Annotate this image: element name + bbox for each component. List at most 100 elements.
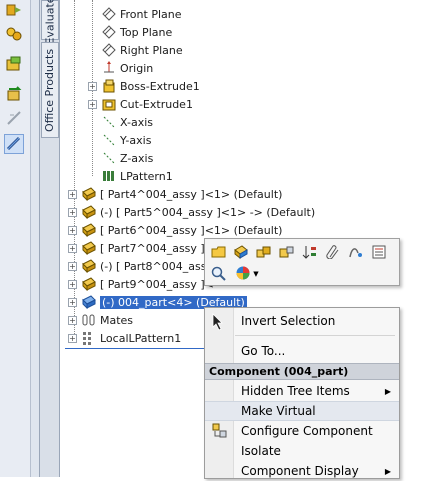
tree-item-part4[interactable]: [ Part4^004_assy ]<1> (Default) [81, 185, 282, 203]
tree-item-label: Boss-Extrude1 [120, 79, 200, 93]
tree-item-label: (-) [ Part8^004_assy [100, 259, 213, 273]
expand-toggle[interactable]: + [68, 226, 77, 235]
tab-office-products[interactable]: Office Products [41, 42, 59, 138]
command-manager-tabs: Evaluate Office Products [39, 0, 60, 477]
evaluate-tool-icon[interactable] [4, 134, 24, 154]
menu-item-go-to[interactable]: Go To... [205, 341, 399, 361]
paperclip-icon[interactable] [324, 243, 342, 261]
tree-item-top-plane[interactable]: Top Plane [101, 23, 172, 41]
zoom-to-selection-icon[interactable] [210, 265, 228, 283]
menu-item-make-virtual[interactable]: Make Virtual [205, 401, 399, 421]
exploded-view-icon[interactable] [4, 24, 24, 44]
menu-item-label: Isolate [241, 444, 281, 458]
tree-item-boss-extrude1[interactable]: Boss-Extrude1 [101, 77, 200, 95]
context-toolbar: ▼ [204, 238, 400, 286]
expand-toggle[interactable]: + [68, 280, 77, 289]
tree-item-locallpattern1[interactable]: LocalLPattern1 [81, 329, 181, 347]
expand-toggle[interactable]: + [68, 262, 77, 271]
context-menu: Invert Selection Go To... Component (004… [204, 307, 400, 479]
expand-toggle[interactable]: + [68, 208, 77, 217]
menu-separator [235, 335, 395, 336]
expand-toggle[interactable]: + [88, 82, 97, 91]
part-icon [81, 222, 97, 238]
rebuild-icon[interactable] [347, 243, 365, 261]
tree-item-label: [ Part9^004_assy ]< [100, 277, 214, 291]
tree-item-origin[interactable]: Origin [101, 59, 153, 77]
tab-office-products-label: Office Products [43, 48, 57, 132]
expand-toggle[interactable]: + [68, 190, 77, 199]
open-part-icon[interactable] [210, 243, 228, 261]
part-icon [81, 186, 97, 202]
sketch-icon[interactable] [4, 108, 24, 128]
menu-item-hidden-tree-items[interactable]: Hidden Tree Items ▶ [205, 381, 399, 401]
menu-item-isolate[interactable]: Isolate [205, 441, 399, 461]
expand-toggle[interactable]: + [88, 100, 97, 109]
tree-item-part8[interactable]: (-) [ Part8^004_assy [81, 257, 213, 275]
axis-icon [101, 132, 117, 148]
menu-item-label: Invert Selection [241, 314, 336, 328]
tree-item-label: Front Plane [120, 7, 182, 21]
component-properties-icon[interactable] [278, 243, 296, 261]
assembly-icon[interactable] [255, 243, 273, 261]
part-icon [81, 240, 97, 256]
reorder-icon[interactable] [301, 243, 319, 261]
plane-icon [101, 42, 117, 58]
edit-component-icon[interactable] [232, 243, 250, 261]
tree-item-part7[interactable]: [ Part7^004_assy ]< [81, 239, 214, 257]
tab-evaluate-label: Evaluate [43, 0, 57, 45]
tree-item-front-plane[interactable]: Front Plane [101, 5, 182, 23]
tree-item-lpattern1[interactable]: LPattern1 [101, 167, 173, 185]
properties-icon[interactable] [370, 243, 388, 261]
tree-item-part9[interactable]: [ Part9^004_assy ]< [81, 275, 214, 293]
plane-icon [101, 6, 117, 22]
tree-item-label: Cut-Extrude1 [120, 97, 193, 111]
origin-icon [101, 60, 117, 76]
tree-item-label: LocalLPattern1 [100, 331, 182, 345]
chevron-down-icon: ▼ [253, 270, 259, 278]
menu-item-configure-component[interactable]: Configure Component [205, 421, 399, 441]
tree-item-label: [ Part6^004_assy ]<1> (Default) [100, 223, 283, 237]
tree-item-label: Mates [100, 313, 134, 327]
assembly-features-icon[interactable] [4, 54, 24, 74]
part-icon [81, 258, 97, 274]
tree-item-label: Y-axis [120, 133, 152, 147]
smart-components-icon[interactable] [4, 0, 24, 20]
menu-item-invert-selection[interactable]: Invert Selection [205, 311, 399, 331]
tab-evaluate[interactable]: Evaluate [41, 0, 59, 44]
tree-item-label: Origin [120, 61, 154, 75]
tree-item-label: Top Plane [120, 25, 173, 39]
cut-extrude-icon [101, 96, 117, 112]
axis-icon [101, 114, 117, 130]
tree-item-x-axis[interactable]: X-axis [101, 113, 153, 131]
tree-item-cut-extrude1[interactable]: Cut-Extrude1 [101, 95, 193, 113]
tree-item-label: X-axis [120, 115, 153, 129]
menu-item-label: Go To... [241, 344, 286, 358]
menu-section-title: Component (004_part) [209, 365, 349, 378]
menu-item-label: Make Virtual [241, 404, 316, 418]
tree-item-label: [ Part7^004_assy ]< [100, 241, 214, 255]
tree-item-right-plane[interactable]: Right Plane [101, 41, 183, 59]
appearance-dropdown[interactable]: ▼ [232, 265, 262, 283]
boss-extrude-icon [101, 78, 117, 94]
tree-item-label: (-) [ Part5^004_assy ]<1> -> (Default) [100, 205, 316, 219]
tree-item-part5[interactable]: (-) [ Part5^004_assy ]<1> -> (Default) [81, 203, 315, 221]
menu-item-label: Configure Component [241, 424, 373, 438]
local-pattern-icon [81, 330, 97, 346]
tree-item-part6[interactable]: [ Part6^004_assy ]<1> (Default) [81, 221, 282, 239]
mates-icon [81, 312, 97, 328]
rollback-bar[interactable] [65, 348, 205, 349]
tree-item-y-axis[interactable]: Y-axis [101, 131, 151, 149]
expand-toggle[interactable]: + [68, 298, 77, 307]
tree-item-label: Z-axis [120, 151, 154, 165]
move-component-icon[interactable] [4, 84, 24, 104]
submenu-arrow-icon: ▶ [384, 466, 391, 476]
expand-toggle[interactable]: + [68, 334, 77, 343]
tree-item-z-axis[interactable]: Z-axis [101, 149, 153, 167]
part-icon-selected [81, 294, 97, 310]
menu-item-label: Hidden Tree Items [241, 384, 350, 398]
expand-toggle[interactable]: + [68, 316, 77, 325]
menu-item-component-display[interactable]: Component Display ▶ [205, 461, 399, 481]
tree-item-mates[interactable]: Mates [81, 311, 133, 329]
tree-item-label: Right Plane [120, 43, 183, 57]
expand-toggle[interactable]: + [68, 244, 77, 253]
